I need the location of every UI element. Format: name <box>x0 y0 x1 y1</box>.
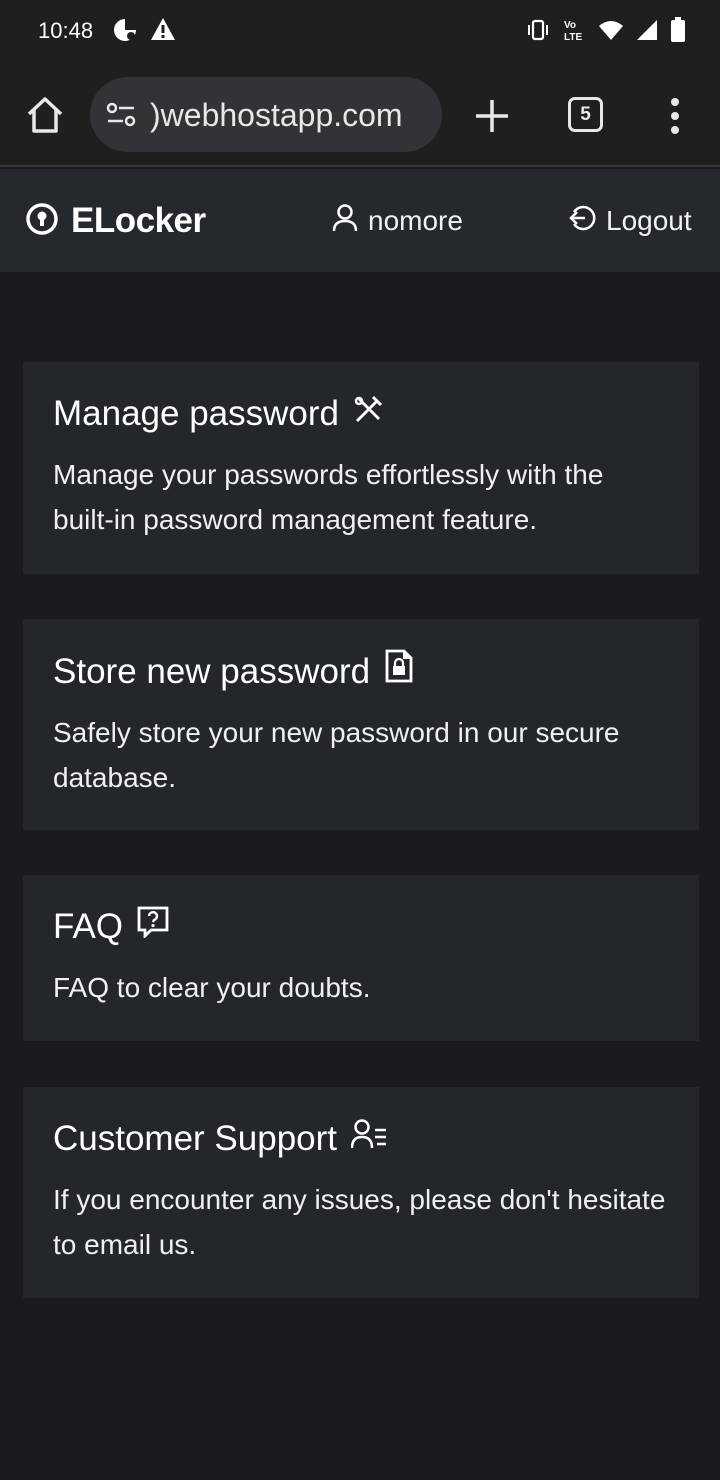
user-profile-link[interactable]: nomore <box>332 203 463 238</box>
wifi-icon <box>598 19 624 46</box>
card-title-row: Customer Support <box>53 1117 669 1161</box>
file-lock-icon <box>384 649 414 694</box>
card-title-row: FAQ <box>53 905 669 949</box>
card-title: FAQ <box>53 907 124 946</box>
question-square-icon <box>137 905 169 949</box>
url-text: )webhostapp.com <box>150 97 403 133</box>
new-tab-icon[interactable] <box>472 96 512 136</box>
username: nomore <box>368 204 463 236</box>
person-icon <box>332 203 358 238</box>
logout-icon <box>568 203 598 238</box>
card-store-new-password[interactable]: Store new password Safely store your new… <box>23 619 699 830</box>
card-title: Customer Support <box>53 1119 338 1158</box>
overflow-menu-icon[interactable] <box>665 96 685 136</box>
card-faq[interactable]: FAQ FAQ to clear your doubts. <box>23 875 699 1041</box>
card-title-row: Store new password <box>53 649 669 694</box>
person-lines-icon <box>350 1117 387 1161</box>
svg-text:LTE: LTE <box>564 32 582 43</box>
logout-link[interactable]: Logout <box>568 203 692 238</box>
address-bar[interactable]: )webhostapp.com <box>90 77 442 152</box>
logout-label: Logout <box>606 204 692 236</box>
home-icon[interactable] <box>24 94 66 136</box>
card-title-row: Manage password <box>53 392 669 436</box>
tools-icon <box>353 392 383 436</box>
tab-switcher-button[interactable]: 5 <box>568 97 603 132</box>
status-time: 10:48 <box>38 18 94 43</box>
site-navbar: ELocker nomore Logout <box>0 169 720 272</box>
brand-link[interactable]: ELocker <box>25 201 206 241</box>
warning-icon <box>150 17 176 48</box>
signal-icon <box>636 19 658 46</box>
vibrate-icon <box>526 18 550 47</box>
lock-icon <box>25 202 59 241</box>
status-bar: 10:48 Vo LTE <box>0 0 720 62</box>
card-description: Manage your passwords effortlessly with … <box>53 459 604 535</box>
card-customer-support[interactable]: Customer Support If you encounter any is… <box>23 1087 699 1298</box>
brand-name: ELocker <box>71 201 206 240</box>
card-title: Manage password <box>53 394 339 433</box>
battery-icon <box>670 17 686 48</box>
card-title: Store new password <box>53 651 371 691</box>
svg-text:Vo: Vo <box>564 20 576 31</box>
card-description: Safely store your new password in our se… <box>53 717 620 793</box>
volte-icon: Vo LTE <box>562 17 586 48</box>
app-notification-icon <box>112 17 140 48</box>
card-description: If you encounter any issues, please don'… <box>53 1184 666 1260</box>
site-info-icon[interactable] <box>106 102 136 133</box>
browser-toolbar: )webhostapp.com 5 <box>0 62 720 167</box>
card-description: FAQ to clear your doubts. <box>53 972 371 1003</box>
card-manage-password[interactable]: Manage password Manage your passwords ef… <box>23 362 699 574</box>
